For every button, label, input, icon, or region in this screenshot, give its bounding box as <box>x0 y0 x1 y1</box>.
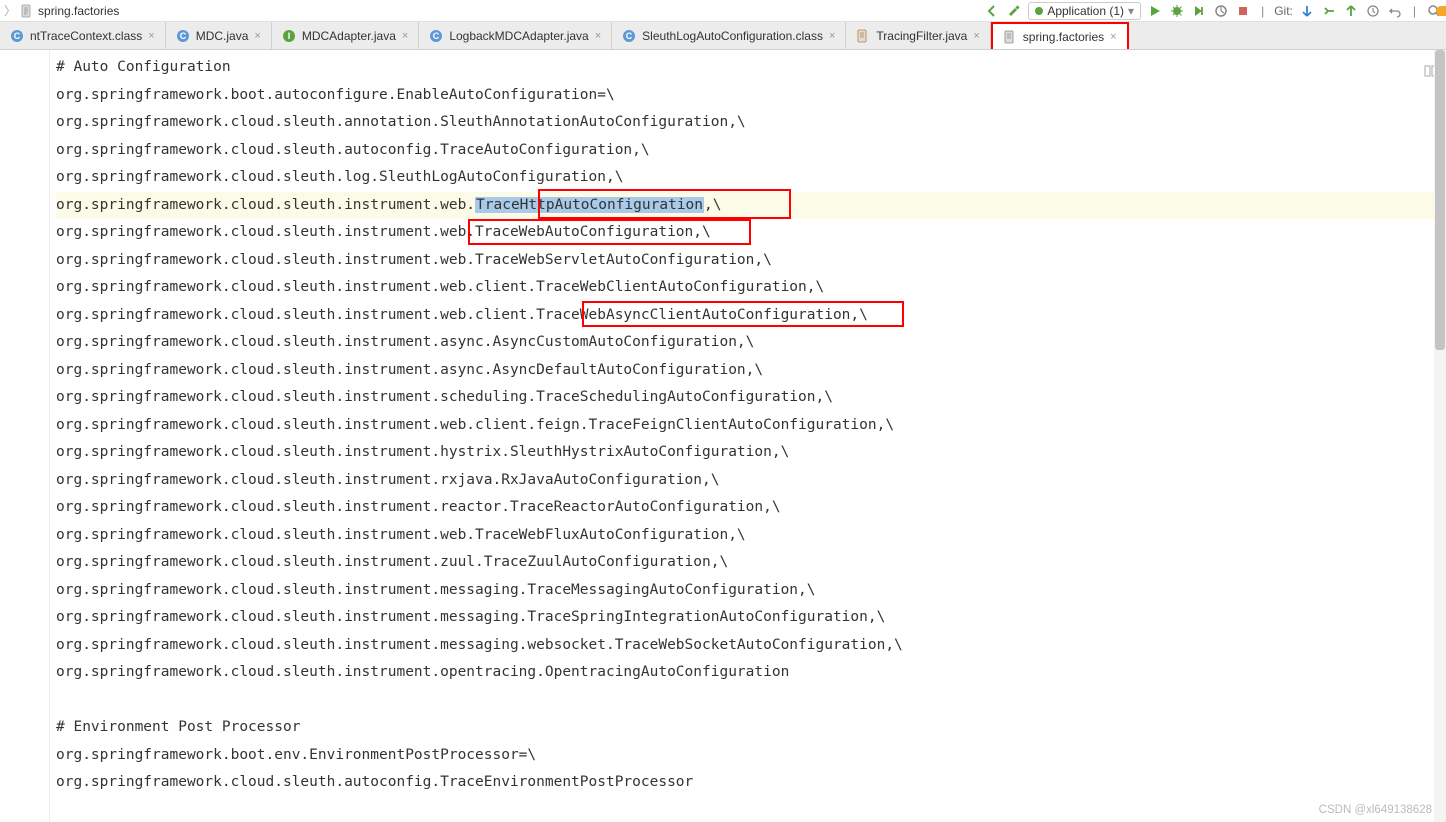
editor: # Auto Configurationorg.springframework.… <box>0 50 1446 822</box>
run-config-dot-icon <box>1035 7 1043 15</box>
run-config-label: Application (1) <box>1047 4 1124 18</box>
toolbar-sep: | <box>1261 4 1264 18</box>
tab-label: ntTraceContext.class <box>30 29 142 43</box>
debug-icon[interactable] <box>1169 3 1185 19</box>
scrollbar-thumb[interactable] <box>1435 50 1445 350</box>
tabs-bar: CntTraceContext.class × C MDC.java × I MDCAdap… <box>0 22 1446 50</box>
git-history-icon[interactable] <box>1365 3 1381 19</box>
tab-mdcadapter-java[interactable]: I MDCAdapter.java × <box>272 22 419 49</box>
svg-text:C: C <box>14 31 21 41</box>
file-type-icon <box>856 29 870 43</box>
code-line[interactable]: org.springframework.cloud.sleuth.instrum… <box>56 412 1440 440</box>
tab-label: spring.factories <box>1023 30 1104 44</box>
tab-label: LogbackMDCAdapter.java <box>449 29 588 43</box>
code-line[interactable] <box>56 687 1440 715</box>
hammer-icon[interactable] <box>1006 3 1022 19</box>
code-line[interactable]: org.springframework.cloud.sleuth.instrum… <box>56 357 1440 385</box>
file-type-icon: C <box>10 29 24 43</box>
tab-label: SleuthLogAutoConfiguration.class <box>642 29 823 43</box>
tab-spring-factories[interactable]: spring.factories × <box>991 22 1129 49</box>
svg-text:I: I <box>288 31 291 41</box>
tab-label: MDCAdapter.java <box>302 29 396 43</box>
notification-badge[interactable] <box>1436 6 1446 16</box>
file-type-icon: I <box>282 29 296 43</box>
close-icon[interactable]: × <box>1110 31 1116 43</box>
breadcrumb-bar: 〉 spring.factories Application (1) ▾ <box>0 0 1446 22</box>
chevron-down-icon: ▾ <box>1128 4 1134 18</box>
code-line[interactable]: org.springframework.cloud.sleuth.autocon… <box>56 769 1440 797</box>
code-area[interactable]: # Auto Configurationorg.springframework.… <box>50 50 1446 822</box>
run-icon[interactable] <box>1147 3 1163 19</box>
svg-text:C: C <box>433 31 440 41</box>
breadcrumb-file[interactable]: spring.factories <box>38 4 119 18</box>
scrollbar-vertical[interactable] <box>1434 50 1446 822</box>
breadcrumb-sep: 〉 <box>4 2 16 19</box>
close-icon[interactable]: × <box>402 30 408 42</box>
code-line[interactable]: org.springframework.cloud.sleuth.instrum… <box>56 522 1440 550</box>
tab-nttracecontext-class[interactable]: CntTraceContext.class × <box>0 22 166 49</box>
profile-icon[interactable] <box>1213 3 1229 19</box>
close-icon[interactable]: × <box>254 30 260 42</box>
code-line[interactable]: org.springframework.cloud.sleuth.instrum… <box>56 192 1440 220</box>
code-line[interactable]: org.springframework.cloud.sleuth.instrum… <box>56 247 1440 275</box>
run-config-dropdown[interactable]: Application (1) ▾ <box>1028 2 1141 20</box>
back-icon[interactable] <box>984 3 1000 19</box>
close-icon[interactable]: × <box>973 30 979 42</box>
code-line[interactable]: org.springframework.cloud.sleuth.instrum… <box>56 494 1440 522</box>
file-type-icon: C <box>429 29 443 43</box>
code-line[interactable]: org.springframework.cloud.sleuth.instrum… <box>56 604 1440 632</box>
git-push-icon[interactable] <box>1343 3 1359 19</box>
tab-tracingfilter-java[interactable]: TracingFilter.java × <box>846 22 990 49</box>
file-type-icon: C <box>622 29 636 43</box>
git-revert-icon[interactable] <box>1387 3 1403 19</box>
code-line[interactable]: org.springframework.cloud.sleuth.instrum… <box>56 577 1440 605</box>
code-line[interactable]: org.springframework.cloud.sleuth.instrum… <box>56 302 1440 330</box>
run-coverage-icon[interactable] <box>1191 3 1207 19</box>
tab-mdc-java[interactable]: C MDC.java × <box>166 22 272 49</box>
tab-sleuthlogautoconfiguration-class[interactable]: C SleuthLogAutoConfiguration.class × <box>612 22 846 49</box>
file-type-icon: C <box>176 29 190 43</box>
code-line[interactable]: org.springframework.boot.env.Environment… <box>56 742 1440 770</box>
git-label: Git: <box>1274 4 1293 18</box>
code-line[interactable]: org.springframework.cloud.sleuth.instrum… <box>56 329 1440 357</box>
code-line[interactable]: org.springframework.cloud.sleuth.annotat… <box>56 109 1440 137</box>
gutter[interactable] <box>0 50 50 822</box>
stop-icon[interactable] <box>1235 3 1251 19</box>
code-line[interactable]: # Environment Post Processor <box>56 714 1440 742</box>
code-line[interactable]: org.springframework.cloud.sleuth.instrum… <box>56 439 1440 467</box>
close-icon[interactable]: × <box>595 30 601 42</box>
code-line[interactable]: org.springframework.boot.autoconfigure.E… <box>56 82 1440 110</box>
code-line[interactable]: org.springframework.cloud.sleuth.instrum… <box>56 632 1440 660</box>
git-commit-icon[interactable] <box>1321 3 1337 19</box>
code-line[interactable]: # Auto Configuration <box>56 54 1440 82</box>
code-line[interactable]: org.springframework.cloud.sleuth.log.Sle… <box>56 164 1440 192</box>
tab-label: MDC.java <box>196 29 249 43</box>
code-line[interactable]: org.springframework.cloud.sleuth.instrum… <box>56 274 1440 302</box>
git-update-icon[interactable] <box>1299 3 1315 19</box>
text-selection: TraceHttpAutoConfiguration <box>475 197 704 213</box>
toolbar-sep2: | <box>1413 4 1416 18</box>
watermark: CSDN @xl649138628 <box>1319 804 1432 816</box>
code-line[interactable]: org.springframework.cloud.sleuth.instrum… <box>56 659 1440 687</box>
code-line[interactable]: org.springframework.cloud.sleuth.instrum… <box>56 467 1440 495</box>
file-icon <box>20 4 34 18</box>
code-line[interactable]: org.springframework.cloud.sleuth.instrum… <box>56 219 1440 247</box>
tab-label: TracingFilter.java <box>876 29 967 43</box>
code-line[interactable]: org.springframework.cloud.sleuth.autocon… <box>56 137 1440 165</box>
close-icon[interactable]: × <box>148 30 154 42</box>
svg-text:C: C <box>179 31 186 41</box>
file-type-icon <box>1003 30 1017 44</box>
close-icon[interactable]: × <box>829 30 835 42</box>
toolbar-right: Application (1) ▾ | Git: <box>984 2 1442 20</box>
code-line[interactable]: org.springframework.cloud.sleuth.instrum… <box>56 384 1440 412</box>
tab-logbackmdcadapter-java[interactable]: C LogbackMDCAdapter.java × <box>419 22 612 49</box>
svg-text:C: C <box>626 31 633 41</box>
code-line[interactable]: org.springframework.cloud.sleuth.instrum… <box>56 549 1440 577</box>
